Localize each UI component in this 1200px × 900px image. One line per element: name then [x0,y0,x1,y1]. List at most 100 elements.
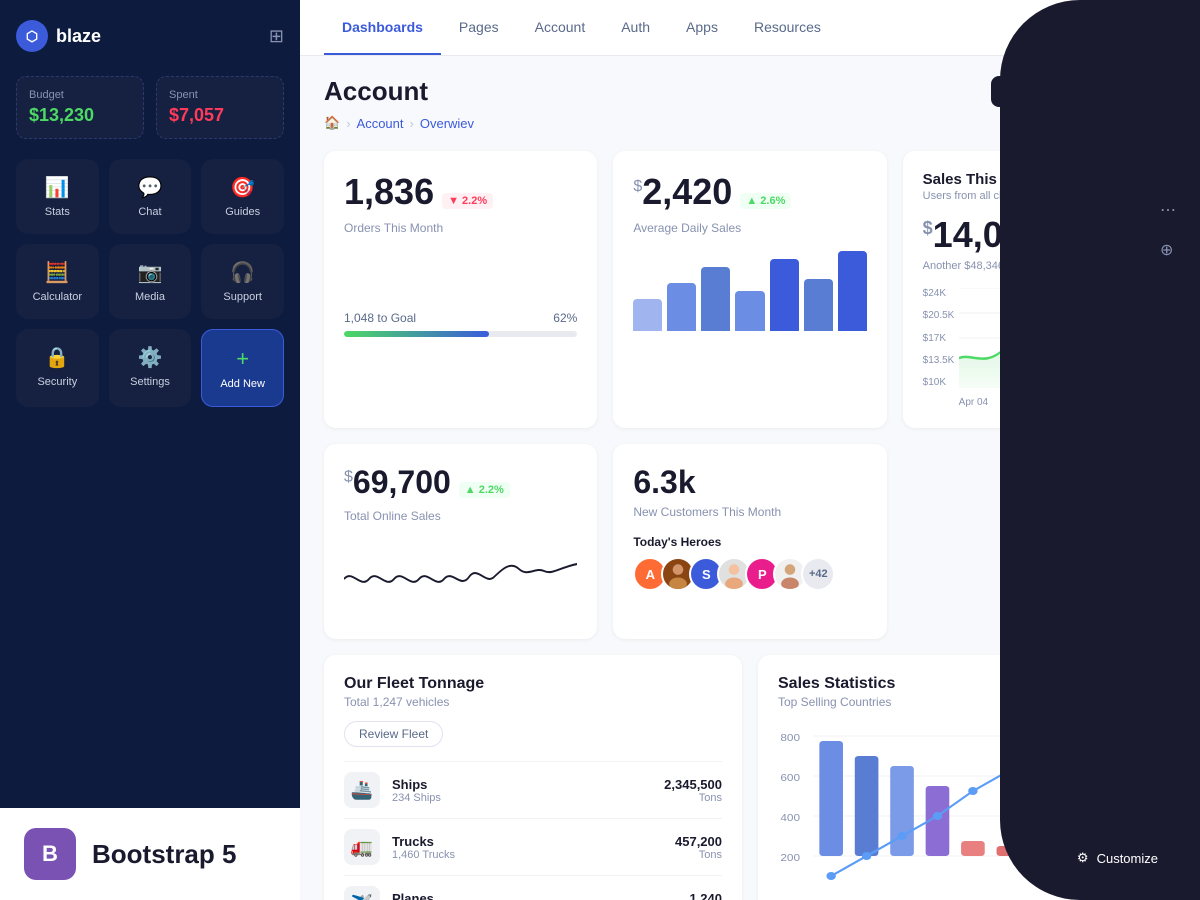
daily-sales-label: Average Daily Sales [633,221,866,235]
wave-chart [344,539,577,619]
guides-label: Guides [225,206,260,218]
progress-fill [344,331,489,337]
header-actions: + Invite Create App [991,76,1176,107]
media-icon: 📷 [138,260,163,285]
customers-label: New Customers This Month [633,505,866,519]
section-grid: Our Fleet Tonnage Total 1,247 vehicles R… [324,655,1176,900]
stats-label: Stats [45,206,70,218]
online-sales-value: $69,700 [344,464,451,501]
trucks-icon: 🚛 [344,829,380,865]
ships-count: 234 Ships [392,792,664,804]
nav-tabs: Dashboards Pages Account Auth Apps Resou… [324,0,839,55]
breadcrumb-current: Overwiev [420,116,474,131]
user-icon[interactable]: ⊞ [269,26,284,47]
add-new-label: Add New [220,378,265,390]
breadcrumb-home[interactable]: 🏠 [324,115,340,131]
tab-account[interactable]: Account [517,0,604,55]
support-icon: 🎧 [230,260,255,285]
sidebar-item-chat[interactable]: 💬 Chat [109,159,192,234]
stats-icon: 📊 [45,175,70,200]
fleet-item-ships: 🚢 Ships 234 Ships 2,345,500 Tons [344,761,722,818]
svg-text:400: 400 [780,813,800,824]
chat-icon: 💬 [138,175,163,200]
heroes-avatars: A S P +42 [633,557,866,591]
tab-auth[interactable]: Auth [603,0,668,55]
tab-apps[interactable]: Apps [668,0,736,55]
sidebar-item-add-new[interactable]: + Add New [201,329,284,407]
trucks-unit: Tons [675,849,722,861]
settings-label: Settings [130,376,170,388]
progress-bar [344,331,577,337]
tab-pages[interactable]: Pages [441,0,517,55]
fleet-item-trucks: 🚛 Trucks 1,460 Trucks 457,200 Tons [344,818,722,875]
sidebar-item-calculator[interactable]: 🧮 Calculator [16,244,99,319]
orders-label: Orders This Month [344,221,577,235]
online-sales-card: $69,700 ▲ 2.2% Total Online Sales [324,444,597,639]
bootstrap-logo: B [24,828,76,880]
customize-button[interactable]: ⚙ Customize [1059,840,1176,876]
security-label: Security [37,376,77,388]
ships-name: Ships [392,777,664,792]
spent-label: Spent [169,89,271,101]
customers-value: 6.3k [633,464,866,501]
sidebar: ⬡ blaze ⊞ Budget $13,230 Spent $7,057 📊 … [0,0,300,900]
progress-row: 1,048 to Goal 62% [344,311,577,325]
spent-card: Spent $7,057 [156,76,284,139]
topnav: Dashboards Pages Account Auth Apps Resou… [300,0,1200,56]
planes-icon: ✈️ [344,886,380,900]
sales-month-title: Sales This Months [923,171,1156,188]
sales-statistics-sub: Top Selling Countries [778,695,1156,709]
tab-dashboards[interactable]: Dashboards [324,0,441,55]
right-icon-2[interactable]: ⊕ [1160,240,1176,260]
breadcrumb-section[interactable]: Account [357,116,404,131]
sidebar-item-support[interactable]: 🎧 Support [201,244,284,319]
sidebar-item-security[interactable]: 🔒 Security [16,329,99,407]
sales-month-value: $14,094 [923,214,1156,256]
fleet-card: Our Fleet Tonnage Total 1,247 vehicles R… [324,655,742,900]
svg-text:60%: 60% [1115,809,1137,819]
ships-unit: Tons [664,792,722,804]
sidebar-item-stats[interactable]: 📊 Stats [16,159,99,234]
sidebar-item-guides[interactable]: 🎯 Guides [201,159,284,234]
customers-card: 6.3k New Customers This Month Today's He… [613,444,886,639]
heroes-section: Today's Heroes A S P [633,535,866,591]
bootstrap-label: Bootstrap 5 [92,839,236,870]
fleet-title: Our Fleet Tonnage [344,675,722,693]
create-app-button[interactable]: Create App [1075,76,1176,107]
sidebar-item-media[interactable]: 📷 Media [109,244,192,319]
add-new-icon: + [236,346,249,372]
budget-card: Budget $13,230 [16,76,144,139]
sidebar-item-settings[interactable]: ⚙️ Settings [109,329,192,407]
sales-month-card: Sales This Months Users from all channel… [903,151,1176,428]
user-avatar[interactable]: U [1144,12,1176,44]
main-content: Dashboards Pages Account Auth Apps Resou… [300,0,1200,900]
page-title: Account [324,76,428,107]
online-sales-badge: ▲ 2.2% [459,482,510,498]
invite-button[interactable]: + Invite [991,76,1065,107]
dashboard-grid: 1,836 ▼ 2.2% Orders This Month 1,048 to … [324,151,1176,639]
online-sales-label: Total Online Sales [344,509,577,523]
nav-right: 🔍 U [1100,12,1176,44]
media-label: Media [135,291,165,303]
goal-label: 1,048 to Goal [344,311,416,325]
review-fleet-button[interactable]: Review Fleet [344,721,443,747]
calculator-icon: 🧮 [45,260,70,285]
budget-label: Budget [29,89,131,101]
right-icons: ⋯ ⊕ [1160,200,1176,260]
ships-value: 2,345,500 [664,777,722,792]
customize-icon: ⚙ [1077,850,1089,866]
logo-area: ⬡ blaze [16,20,101,52]
sales-statistics-title: Sales Statistics [778,675,1156,693]
settings-icon: ⚙️ [138,345,163,370]
customize-label: Customize [1097,851,1158,866]
trucks-value: 457,200 [675,834,722,849]
daily-sales-value: $2,420 [633,171,732,213]
tab-resources[interactable]: Resources [736,0,839,55]
search-icon[interactable]: 🔍 [1100,12,1132,44]
svg-text:80%: 80% [1115,769,1137,779]
app-name: blaze [56,26,101,47]
heroes-label: Today's Heroes [633,535,866,549]
ships-icon: 🚢 [344,772,380,808]
planes-value: 1,240 [689,891,722,900]
right-icon-1[interactable]: ⋯ [1160,200,1176,220]
